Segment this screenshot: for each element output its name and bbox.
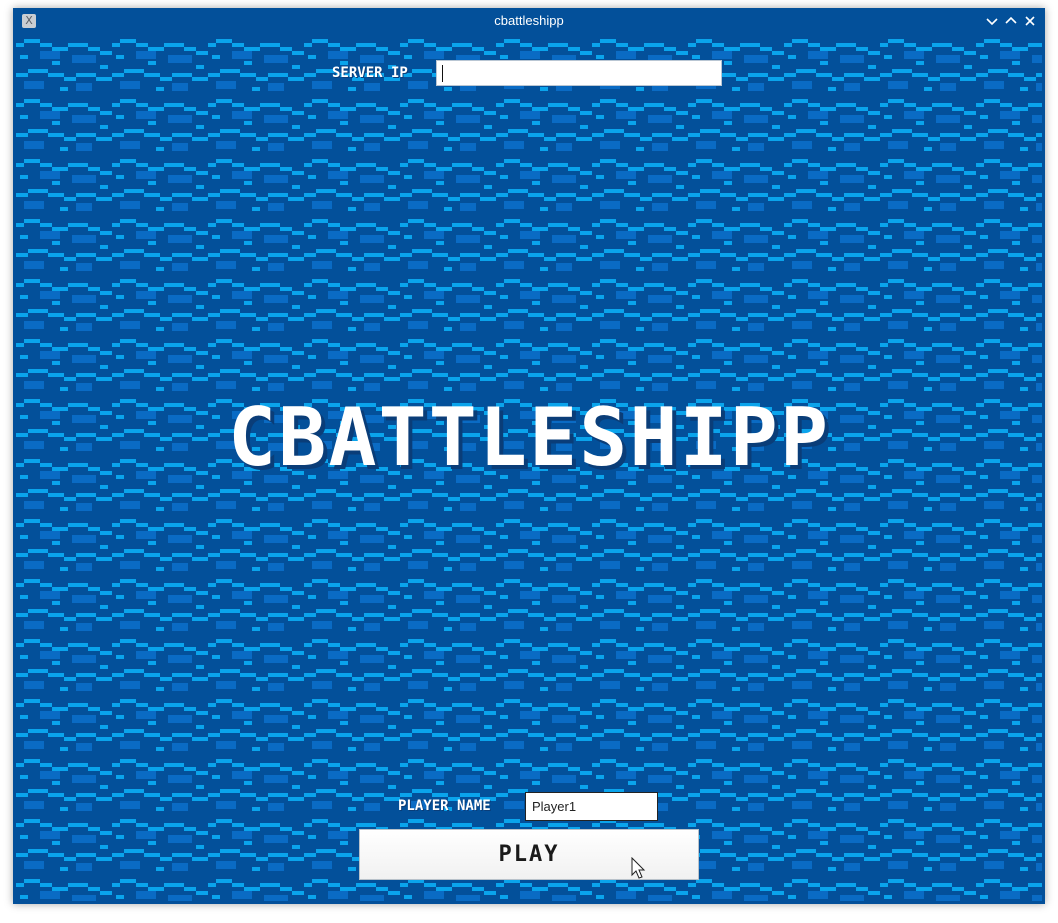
close-button[interactable] (1021, 12, 1039, 30)
game-logo: CBATTLESHIPP (228, 391, 830, 484)
player-name-label: PLAYER NAME (398, 798, 491, 814)
text-caret (442, 65, 443, 82)
mouse-pointer-icon (631, 857, 646, 879)
chevron-down-icon (986, 18, 998, 26)
title-bar[interactable]: X cbattleshipp (13, 8, 1045, 35)
player-name-input[interactable]: Player1 (525, 792, 658, 821)
minimize-button[interactable] (983, 12, 1001, 30)
close-icon (1025, 16, 1035, 26)
app-window: X cbattleshipp SERVER IP CBATTLESHIPP PL… (13, 8, 1045, 904)
window-title: cbattleshipp (494, 13, 564, 28)
play-button[interactable]: PLAY (359, 829, 699, 880)
maximize-button[interactable] (1002, 12, 1020, 30)
server-ip-label: SERVER IP (332, 65, 408, 81)
chevron-up-icon (1005, 16, 1017, 24)
server-ip-input[interactable] (436, 60, 722, 86)
game-menu: SERVER IP CBATTLESHIPP PLAYER NAME Playe… (16, 35, 1042, 901)
